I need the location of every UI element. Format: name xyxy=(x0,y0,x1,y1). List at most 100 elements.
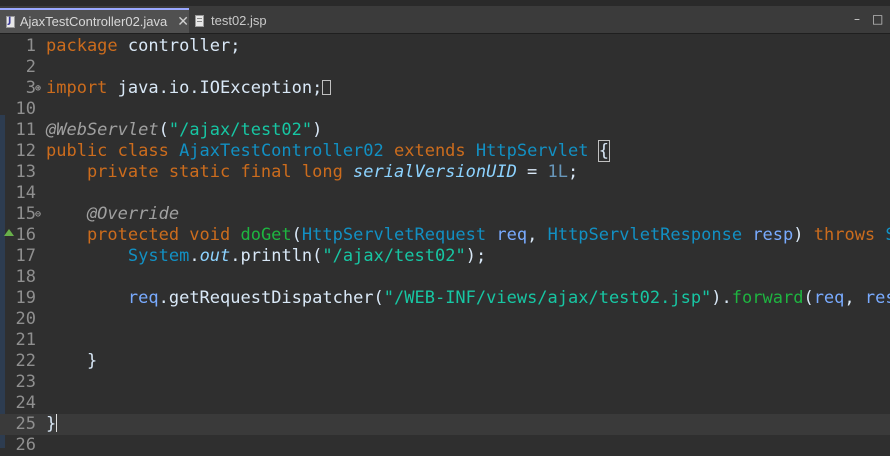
code-token: public class xyxy=(46,141,180,161)
minimize-view-button[interactable]: – xyxy=(854,12,860,26)
code-text: req.getRequestDispatcher("/WEB-INF/views… xyxy=(46,288,890,309)
code-token: @WebServlet xyxy=(46,120,159,140)
expand-fold-icon[interactable]: ⊕ xyxy=(35,78,41,99)
code-text: } xyxy=(46,414,58,435)
line-number: 1 xyxy=(25,36,36,56)
java-file-icon: J xyxy=(6,15,15,28)
code-token: controller; xyxy=(117,36,241,56)
code-token: HttpServletResponse xyxy=(547,225,743,245)
code-token: AjaxTestController02 xyxy=(179,141,384,161)
maximize-view-button[interactable]: □ xyxy=(872,12,883,26)
code-token: HttpServletRequest xyxy=(301,225,487,245)
line-number: 21 xyxy=(15,330,36,350)
code-line[interactable]: 24 xyxy=(0,393,890,414)
code-token: @Override xyxy=(46,204,180,224)
code-token: req xyxy=(496,225,528,245)
code-line[interactable]: 26 xyxy=(0,435,890,456)
code-token: java.io.IOException; xyxy=(107,78,323,98)
code-token: extends xyxy=(383,141,476,161)
folded-code-box[interactable] xyxy=(322,80,332,95)
code-line[interactable]: 23 xyxy=(0,372,890,393)
code-line[interactable]: 3 ⊕ import java.io.IOException; xyxy=(0,78,890,99)
tab-test02-jsp[interactable]: test02.jsp xyxy=(189,8,279,33)
code-token: } xyxy=(46,351,98,371)
code-line[interactable]: 12 public class AjaxTestController02 exte… xyxy=(0,140,890,162)
override-indicator-icon[interactable] xyxy=(4,229,14,236)
code-token: Se xyxy=(885,225,890,245)
code-line[interactable]: 18 xyxy=(0,267,890,288)
line-number: 20 xyxy=(15,309,36,329)
line-number: 12 xyxy=(15,141,36,161)
code-token: } xyxy=(46,414,57,434)
line-number: 14 xyxy=(15,183,36,203)
code-line[interactable]: 19 req.getRequestDispatcher("/WEB-INF/vi… xyxy=(0,288,890,309)
code-token: . xyxy=(189,246,200,266)
line-number: 19 xyxy=(15,288,36,308)
line-number: 22 xyxy=(15,351,36,371)
line-number: 15 xyxy=(15,204,36,224)
code-token: forward xyxy=(731,288,804,308)
code-line[interactable]: 13 private static final long serialVersi… xyxy=(0,162,890,183)
code-token: ). xyxy=(711,288,732,308)
jsp-file-icon xyxy=(195,14,205,27)
code-text: private static final long serialVersionU… xyxy=(46,162,578,183)
close-tab-icon[interactable]: ✕ xyxy=(177,13,189,30)
code-text: @WebServlet("/ajax/test02") xyxy=(46,120,322,141)
line-number: 24 xyxy=(15,393,36,413)
code-token: .println( xyxy=(230,246,323,266)
line-number: 26 xyxy=(15,435,36,455)
code-token: "/WEB-INF/views/ajax/test02.jsp" xyxy=(383,288,712,308)
code-line[interactable]: 20 xyxy=(0,309,890,330)
editor-tab-bar: J AjaxTestController02.java ✕ test02.jsp… xyxy=(0,0,890,34)
code-token: req xyxy=(127,288,159,308)
code-token: ( xyxy=(291,225,302,245)
code-token: serialVersionUID xyxy=(353,162,517,182)
code-text: System.out.println("/ajax/test02"); xyxy=(46,246,486,267)
code-token: ); xyxy=(465,246,487,266)
code-token: , xyxy=(527,225,548,245)
code-token: import xyxy=(46,78,108,98)
code-line[interactable]: 1 package controller; xyxy=(0,36,890,57)
code-text: } xyxy=(46,351,97,372)
code-editor[interactable]: 1 package controller; 2 3 ⊕ import java.io.IO… xyxy=(0,34,890,455)
line-number: 11 xyxy=(15,120,36,140)
code-token: System xyxy=(127,246,190,266)
code-token: resp xyxy=(864,288,890,308)
code-line[interactable]: 25} xyxy=(0,414,890,435)
code-text: protected void doGet(HttpServletRequest … xyxy=(46,225,890,246)
code-token: package xyxy=(46,36,118,56)
tab-ajaxtestcontroller02[interactable]: J AjaxTestController02.java ✕ xyxy=(0,8,189,33)
code-line[interactable]: 15 ⊖ @Override xyxy=(0,204,890,225)
line-number: 13 xyxy=(15,162,36,182)
code-line[interactable]: 16 protected void doGet(HttpServletReque… xyxy=(0,225,890,246)
text-cursor xyxy=(56,414,58,432)
tab-label: test02.jsp xyxy=(211,13,267,28)
code-token: 1L xyxy=(547,162,569,182)
tab-label: AjaxTestController02.java xyxy=(19,14,168,29)
code-line[interactable]: 2 xyxy=(0,57,890,78)
code-text: package controller; xyxy=(46,36,240,57)
code-text: @Override xyxy=(46,204,179,225)
code-line[interactable]: 11 @WebServlet("/ajax/test02") xyxy=(0,120,890,141)
code-token: ) xyxy=(312,120,323,140)
line-number: 2 xyxy=(25,57,36,77)
code-line[interactable]: 14 xyxy=(0,183,890,204)
line-number: 25 xyxy=(15,414,36,434)
code-text: public class AjaxTestController02 extend… xyxy=(46,140,611,162)
collapse-fold-icon[interactable]: ⊖ xyxy=(35,204,41,225)
code-line[interactable]: 21 xyxy=(0,330,890,351)
line-number: 10 xyxy=(15,99,36,119)
code-token: "/ajax/test02" xyxy=(322,246,466,266)
code-line[interactable]: 17 System.out.println("/ajax/test02"); xyxy=(0,246,890,267)
code-token: ) xyxy=(793,225,814,245)
code-line[interactable]: 10 xyxy=(0,99,890,120)
code-token: out xyxy=(199,246,231,266)
code-token: { xyxy=(597,140,611,162)
code-line[interactable]: 22 } xyxy=(0,351,890,372)
code-token: req xyxy=(813,288,845,308)
code-token: , xyxy=(844,288,865,308)
line-number: 3 xyxy=(25,78,36,98)
